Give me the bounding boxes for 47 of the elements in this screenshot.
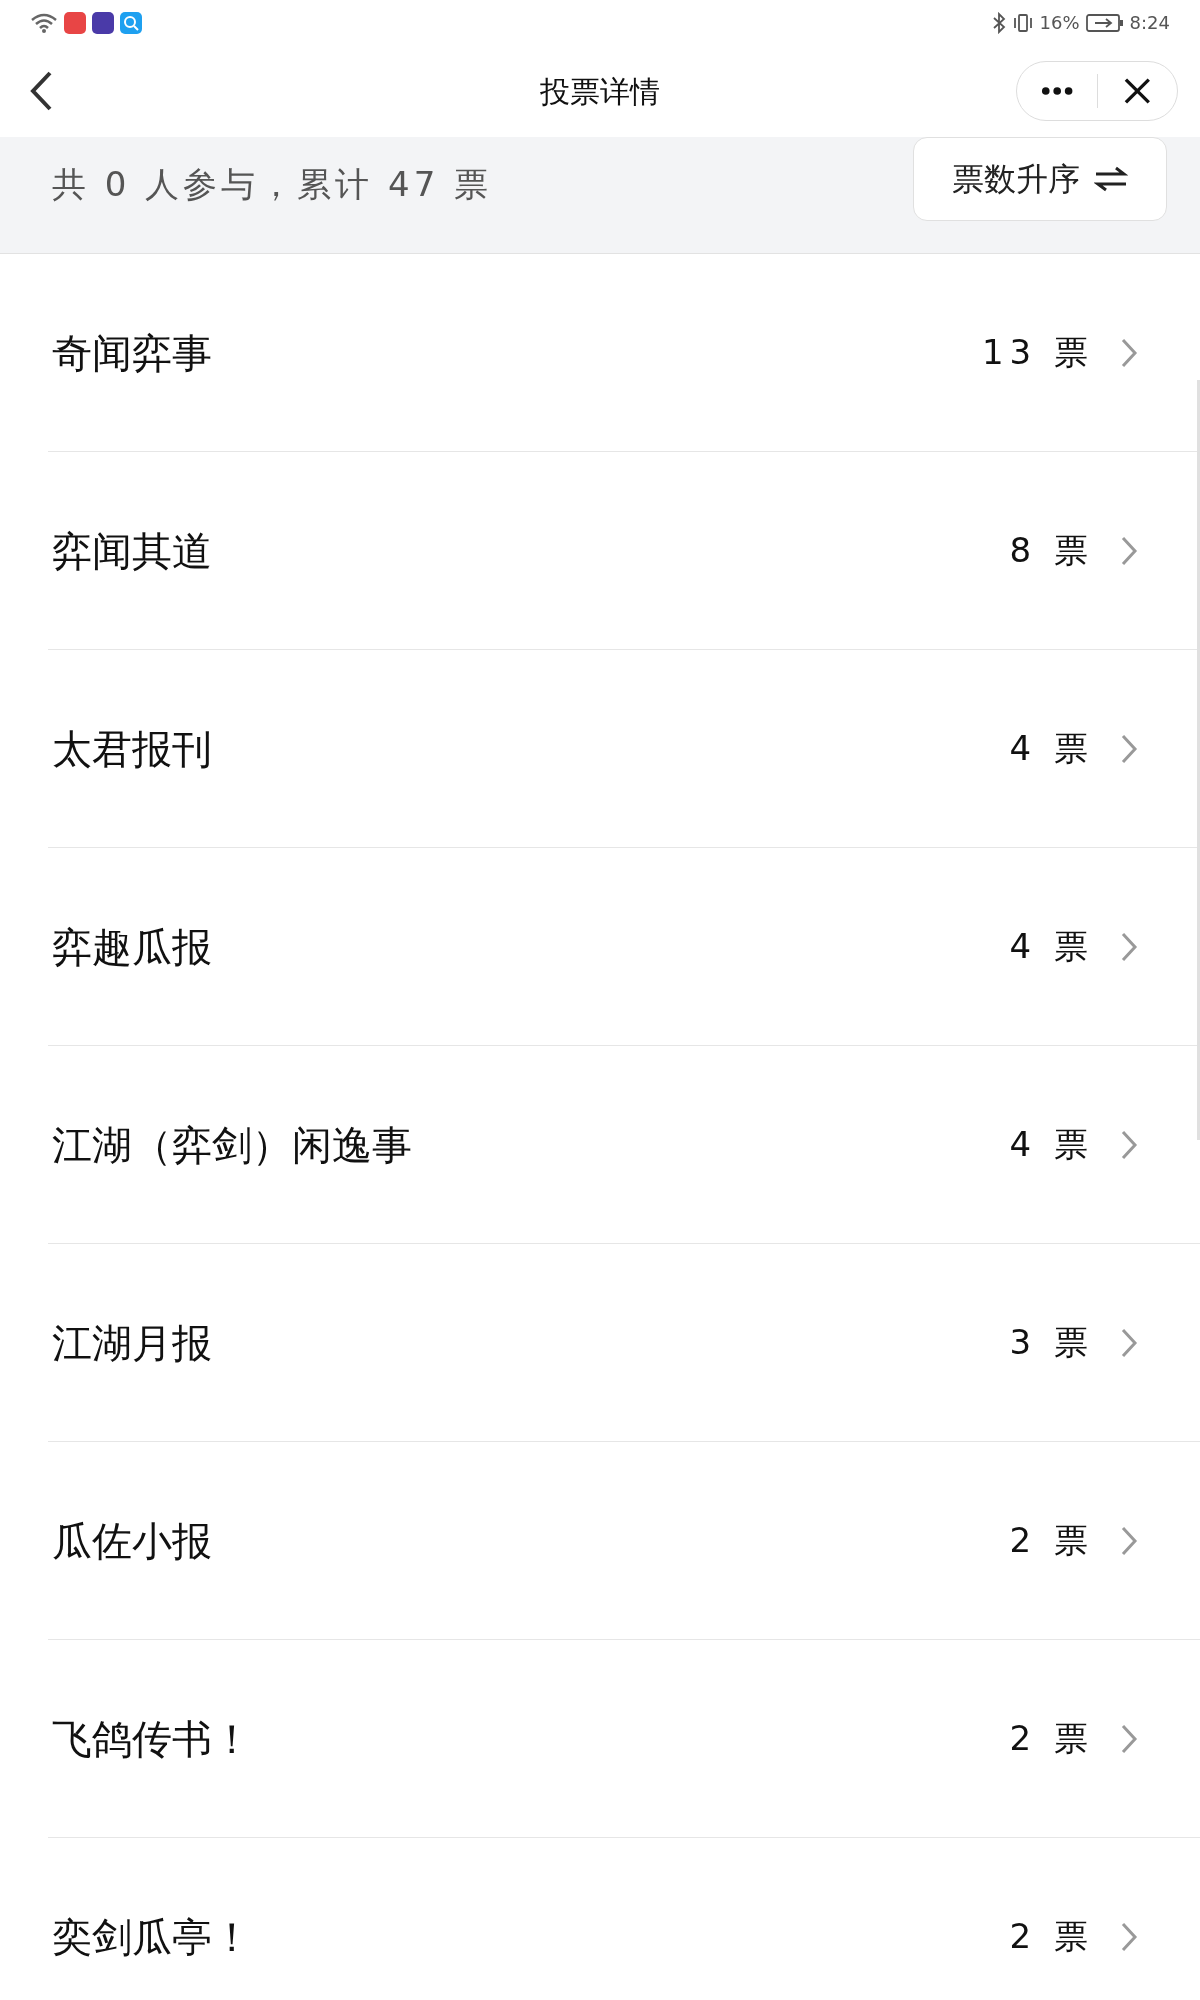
chevron-icon <box>1120 1326 1138 1359</box>
search-icon <box>120 11 142 34</box>
vote-count: 4 票 <box>1009 727 1094 770</box>
item-name: 奕剑瓜亭！ <box>52 1912 252 1962</box>
back-icon[interactable] <box>28 69 54 113</box>
battery-percent: 16% <box>1039 11 1080 35</box>
vibrate-icon <box>1011 11 1034 34</box>
item-name: 瓜佐小报 <box>52 1516 212 1566</box>
swap-icon <box>1094 166 1128 192</box>
page-title: 投票详情 <box>540 72 660 111</box>
item-name: 弈趣瓜报 <box>52 922 212 972</box>
item-name: 奇闻弈事 <box>52 328 212 378</box>
battery-icon <box>1085 12 1124 33</box>
item-name: 太君报刊 <box>52 724 212 774</box>
item-name: 江湖月报 <box>52 1318 212 1368</box>
chevron-icon <box>1120 930 1138 963</box>
item-name: 飞鸽传书！ <box>52 1714 252 1764</box>
clock: 8:24 <box>1129 11 1170 35</box>
more-icon[interactable] <box>1041 86 1074 96</box>
list-item[interactable]: 飞鸽传书！ 2 票 <box>48 1640 1200 1838</box>
app-icon <box>92 11 114 34</box>
chevron-icon <box>1120 1920 1138 1953</box>
list-item[interactable]: 瓜佐小报 2 票 <box>48 1442 1200 1640</box>
bluetooth-icon <box>991 11 1006 34</box>
item-name: 弈闻其道 <box>52 526 212 576</box>
item-name: 江湖（弈剑）闲逸事 <box>52 1120 412 1170</box>
sort-button[interactable]: 票数升序 <box>913 137 1167 221</box>
vote-count: 2 票 <box>1009 1519 1094 1562</box>
chevron-icon <box>1120 1722 1138 1755</box>
vote-count: 2 票 <box>1009 1717 1094 1760</box>
chevron-icon <box>1120 1128 1138 1161</box>
vote-count: 8 票 <box>1009 529 1094 572</box>
app-icon <box>64 11 86 34</box>
list-item[interactable]: 奕剑瓜亭！ 2 票 <box>48 1838 1200 2000</box>
close-icon[interactable] <box>1124 77 1151 105</box>
vote-count: 4 票 <box>1009 925 1094 968</box>
list-item[interactable]: 江湖月报 3 票 <box>48 1244 1200 1442</box>
chevron-icon <box>1120 1524 1138 1557</box>
vote-count: 4 票 <box>1009 1123 1094 1166</box>
vote-count: 2 票 <box>1009 1915 1094 1958</box>
summary-text: 共 0 人参与，累计 47 票 <box>52 163 493 206</box>
chevron-icon <box>1120 336 1138 369</box>
vote-count: 13 票 <box>981 331 1094 374</box>
vote-count: 3 票 <box>1009 1321 1094 1364</box>
chevron-icon <box>1120 534 1138 567</box>
chevron-icon <box>1120 732 1138 765</box>
wifi-icon <box>30 11 58 34</box>
